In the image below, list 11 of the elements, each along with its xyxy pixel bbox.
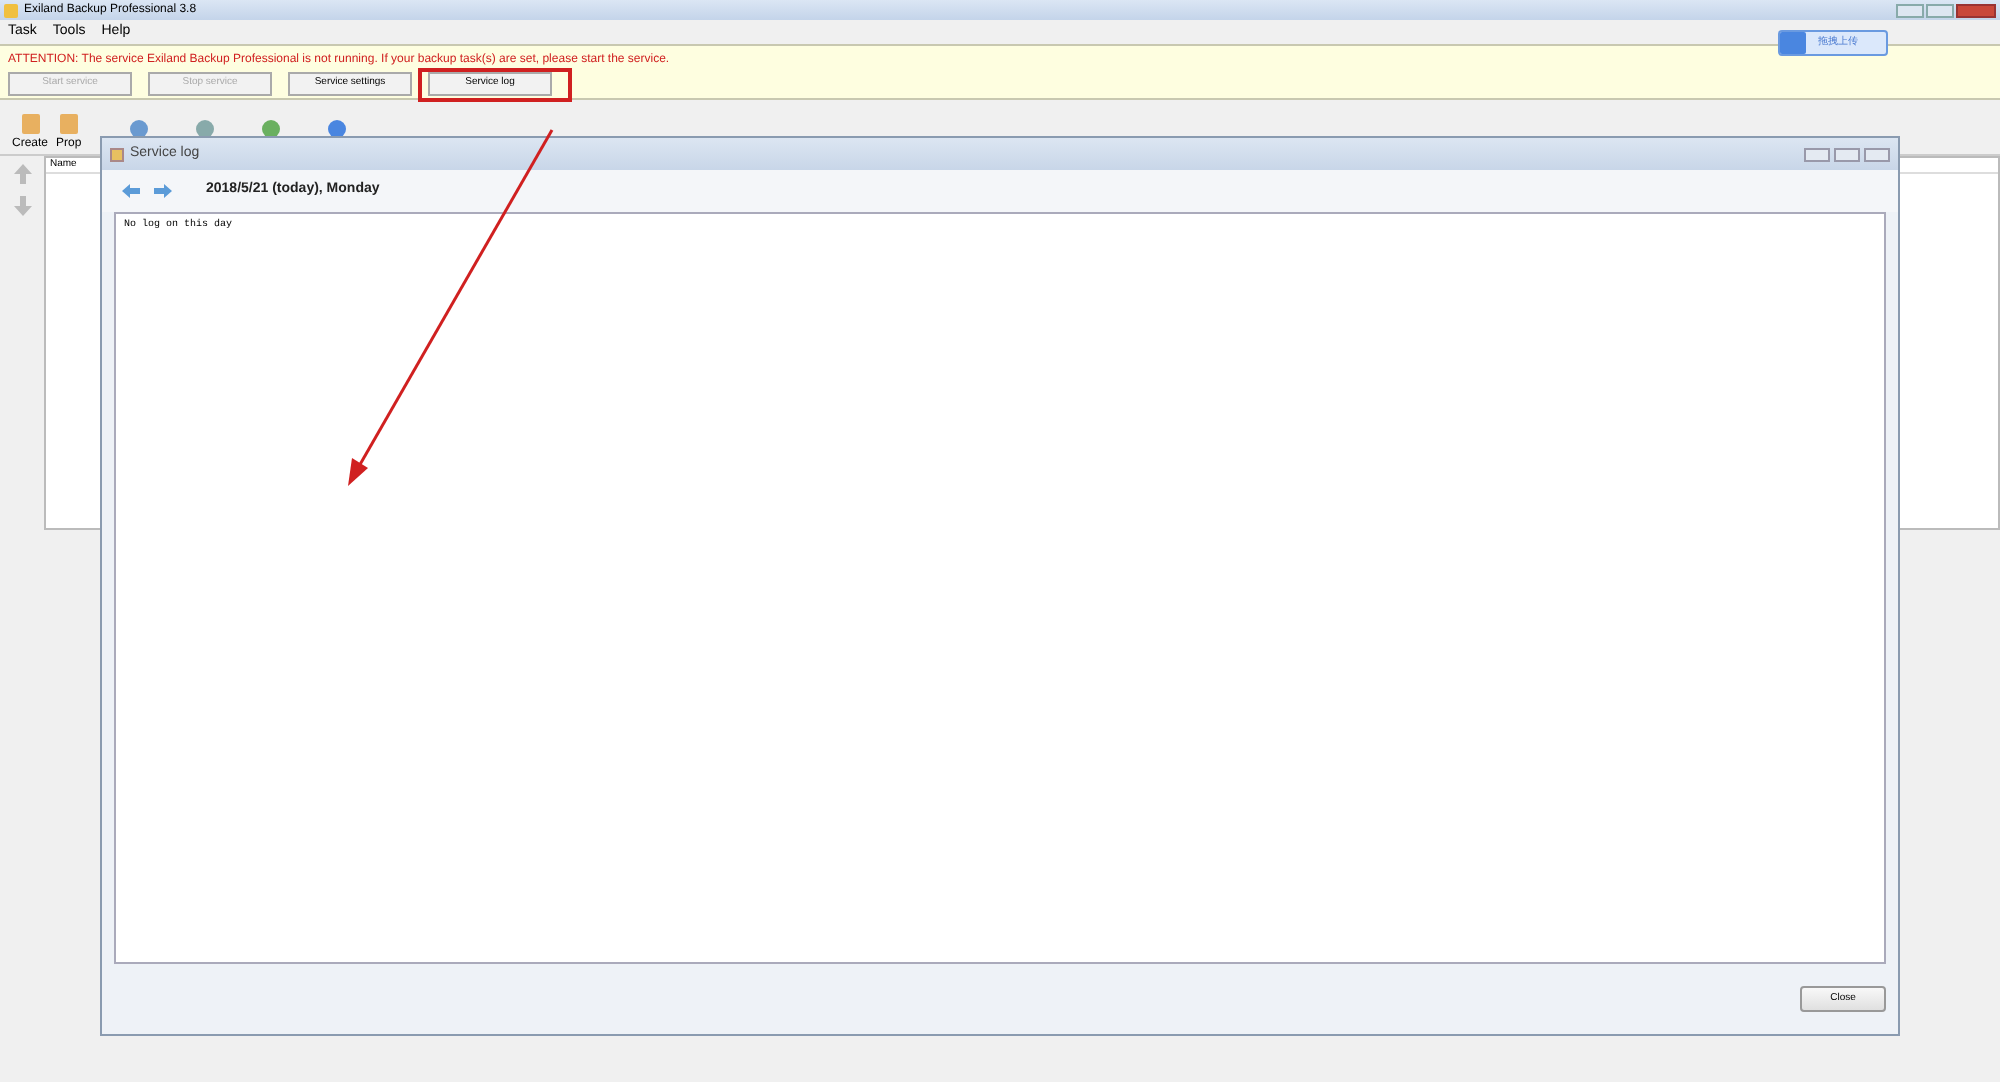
forward-arrow-icon[interactable]: [154, 184, 172, 198]
back-arrow-icon[interactable]: [122, 184, 140, 198]
minimize-button[interactable]: [1896, 3, 1924, 17]
log-icon: [110, 147, 124, 161]
maximize-button[interactable]: [1834, 147, 1860, 161]
restore-button[interactable]: [1926, 3, 1954, 17]
app-icon: [4, 3, 18, 17]
up-arrow-icon[interactable]: [13, 164, 31, 184]
down-arrow-icon[interactable]: [13, 196, 31, 216]
close-button[interactable]: [1956, 3, 1996, 17]
minimize-button[interactable]: [1804, 147, 1830, 161]
